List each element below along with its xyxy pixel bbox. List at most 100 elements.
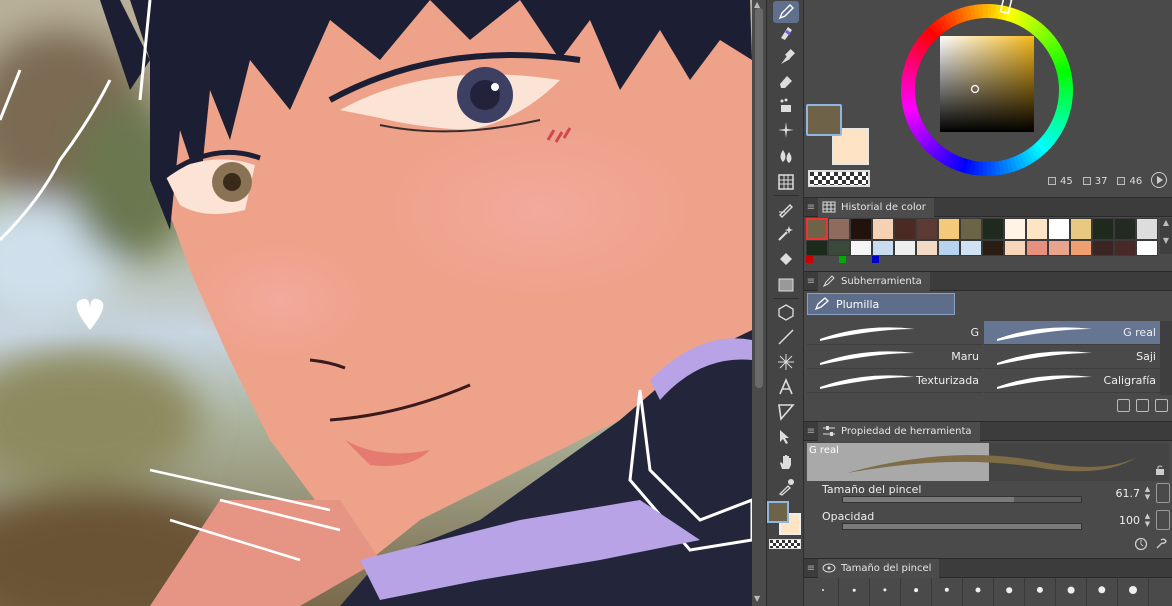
color-history-swatch[interactable] bbox=[828, 218, 850, 240]
color-history-swatch[interactable] bbox=[982, 218, 1004, 240]
color-history-swatch[interactable] bbox=[1092, 240, 1114, 256]
brush-item[interactable]: G bbox=[807, 321, 983, 345]
color-history-swatch[interactable] bbox=[1026, 218, 1048, 240]
toolbar-transparent-swatch[interactable] bbox=[769, 539, 801, 549]
auto-select-icon[interactable] bbox=[773, 222, 799, 244]
opacity-spinner-icon[interactable]: ▲ ▼ bbox=[1143, 512, 1152, 528]
panel-grip-icon[interactable]: ≡ bbox=[804, 276, 818, 287]
color-history-swatch[interactable] bbox=[894, 240, 916, 256]
brush-size-slider[interactable] bbox=[842, 496, 1082, 503]
hand-icon[interactable] bbox=[773, 451, 799, 473]
brush-size-preset[interactable] bbox=[1025, 578, 1056, 606]
color-wheel[interactable] bbox=[896, 0, 1078, 180]
brush-size-preset[interactable] bbox=[963, 578, 994, 606]
opacity-value[interactable]: 100 bbox=[1119, 514, 1140, 527]
color-history-swatch[interactable] bbox=[872, 218, 894, 240]
pen-icon[interactable] bbox=[773, 1, 799, 23]
color-mode-toggle-icon[interactable] bbox=[1151, 172, 1167, 188]
blend-icon[interactable] bbox=[773, 145, 799, 167]
marker-icon[interactable] bbox=[773, 22, 799, 44]
brush-item[interactable]: Maru bbox=[807, 345, 983, 369]
eraser-icon[interactable] bbox=[773, 70, 799, 92]
color-history-swatch[interactable] bbox=[916, 240, 938, 256]
color-history-swatch[interactable] bbox=[938, 240, 960, 256]
sparkle-icon[interactable] bbox=[773, 119, 799, 141]
color-history-swatch[interactable] bbox=[938, 218, 960, 240]
transparent-color-swatch[interactable] bbox=[808, 170, 870, 187]
brush-item[interactable]: Caligrafía bbox=[984, 369, 1160, 393]
panel-grip-icon[interactable]: ≡ bbox=[804, 426, 818, 437]
color-history-swatch[interactable] bbox=[1004, 240, 1026, 256]
duplicate-icon[interactable] bbox=[1136, 399, 1149, 412]
color-history-swatch[interactable] bbox=[806, 240, 828, 256]
color-history-swatch[interactable] bbox=[1070, 240, 1092, 256]
wrench-icon[interactable] bbox=[1154, 537, 1168, 551]
color-history-swatch[interactable] bbox=[1136, 240, 1158, 256]
toolbar-main-color-swatch[interactable] bbox=[767, 501, 789, 523]
3d-icon[interactable] bbox=[773, 301, 799, 323]
brush-size-spinner-icon[interactable]: ▲ ▼ bbox=[1143, 485, 1152, 501]
color-history-swatch[interactable] bbox=[872, 240, 894, 256]
color-history-swatch[interactable] bbox=[916, 218, 938, 240]
main-color-swatch[interactable] bbox=[806, 104, 842, 136]
lock-icon[interactable] bbox=[1155, 465, 1165, 475]
brush-size-preset[interactable] bbox=[1087, 578, 1118, 606]
brush-size-preset[interactable] bbox=[1056, 578, 1087, 606]
canvas-vertical-scrollbar[interactable]: ▲ ▼ bbox=[752, 0, 766, 606]
brush-item[interactable]: Saji bbox=[984, 345, 1160, 369]
subtool-scrollbar[interactable] bbox=[1160, 321, 1172, 395]
brush-item[interactable]: G real bbox=[984, 321, 1160, 345]
brush-size-preset[interactable] bbox=[1118, 578, 1149, 606]
brush-size-preset[interactable] bbox=[932, 578, 963, 606]
brush-size-preset[interactable] bbox=[901, 578, 932, 606]
color-history-swatch[interactable] bbox=[1004, 218, 1026, 240]
drawing-canvas[interactable] bbox=[0, 0, 752, 606]
color-history-swatch[interactable] bbox=[850, 218, 872, 240]
fill-icon[interactable] bbox=[773, 248, 799, 270]
subtool-group-button[interactable]: Plumilla bbox=[807, 293, 955, 315]
brush-size-value[interactable]: 61.7 bbox=[1116, 487, 1141, 500]
color-history-swatch[interactable] bbox=[1114, 218, 1136, 240]
hue-ring-segment[interactable] bbox=[986, 161, 992, 176]
color-history-swatch[interactable] bbox=[1114, 240, 1136, 256]
tool-property-tab[interactable]: Propiedad de herramienta bbox=[818, 421, 980, 441]
brush-size-preset[interactable] bbox=[870, 578, 901, 606]
brush-size-settings-button[interactable] bbox=[1156, 483, 1170, 503]
hue-ring-segment[interactable] bbox=[982, 4, 988, 19]
reset-icon[interactable] bbox=[1134, 537, 1148, 551]
correct-line-icon[interactable] bbox=[773, 198, 799, 220]
subtool-tab[interactable]: Subherramienta bbox=[818, 271, 930, 291]
scrollbar-thumb[interactable] bbox=[755, 8, 763, 388]
brush-size-preset[interactable] bbox=[839, 578, 870, 606]
color-history-swatch[interactable] bbox=[1136, 218, 1158, 240]
color-history-swatch[interactable] bbox=[982, 240, 1004, 256]
object-select-icon[interactable] bbox=[773, 426, 799, 448]
color-history-swatch[interactable] bbox=[1048, 218, 1070, 240]
color-history-swatch[interactable] bbox=[894, 218, 916, 240]
color-history-swatch[interactable] bbox=[850, 240, 872, 256]
color-history-swatch[interactable] bbox=[828, 240, 850, 256]
text-icon[interactable] bbox=[773, 376, 799, 398]
eyedropper-icon[interactable] bbox=[773, 476, 799, 498]
decoration-icon[interactable] bbox=[773, 94, 799, 116]
airbrush-icon[interactable] bbox=[773, 46, 799, 68]
gradient-icon[interactable] bbox=[773, 274, 799, 296]
trash-icon[interactable] bbox=[1155, 399, 1168, 412]
scroll-down-arrow-icon[interactable]: ▼ bbox=[754, 594, 760, 603]
color-history-swatch[interactable] bbox=[1026, 240, 1048, 256]
brush-size-preset[interactable] bbox=[994, 578, 1025, 606]
color-history-tab[interactable]: Historial de color bbox=[818, 197, 934, 217]
grid-icon[interactable] bbox=[773, 171, 799, 193]
opacity-slider[interactable] bbox=[842, 523, 1082, 530]
panel-grip-icon[interactable]: ≡ bbox=[804, 202, 818, 213]
hue-ring-segment[interactable] bbox=[1058, 85, 1073, 91]
frame-icon[interactable] bbox=[773, 351, 799, 373]
hue-ring-segment[interactable] bbox=[901, 89, 916, 95]
figure-icon[interactable] bbox=[773, 326, 799, 348]
color-history-swatch[interactable] bbox=[1048, 240, 1070, 256]
balloon-icon[interactable] bbox=[773, 401, 799, 423]
color-history-swatch[interactable] bbox=[960, 240, 982, 256]
import-icon[interactable] bbox=[1117, 399, 1130, 412]
panel-grip-icon[interactable]: ≡ bbox=[804, 563, 818, 574]
opacity-settings-button[interactable] bbox=[1156, 510, 1170, 530]
